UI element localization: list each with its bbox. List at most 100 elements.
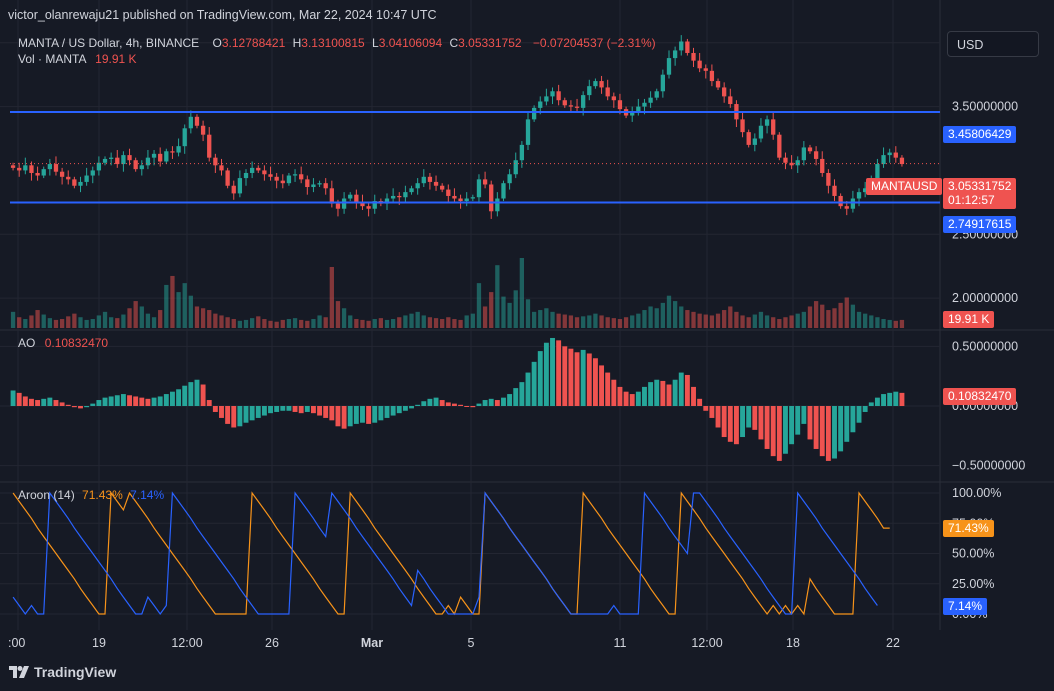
ao-bar: [292, 406, 298, 412]
ao-bar: [353, 406, 359, 424]
volume-bar: [636, 313, 641, 328]
volume-bar: [360, 319, 365, 328]
candle-body: [231, 185, 236, 194]
volume-bar: [568, 315, 574, 328]
volume-bar: [452, 319, 457, 328]
ao-bar: [59, 402, 65, 406]
volume-value: 19.91 K: [95, 52, 137, 66]
ao-bar: [838, 406, 844, 452]
candle-body: [746, 132, 751, 145]
symbol-legend[interactable]: MANTA / US Dollar, 4h, BINANCE O3.127884…: [18, 36, 660, 50]
candle-body: [728, 96, 733, 105]
candle-body: [593, 81, 598, 87]
ao-bar: [703, 406, 709, 411]
ao-bar: [22, 396, 28, 406]
candle-body: [691, 52, 696, 61]
ao-bar: [850, 406, 856, 433]
candle-body: [200, 125, 206, 135]
candle-body: [390, 195, 396, 199]
time-axis-tick-label: 12:00: [691, 636, 722, 650]
volume-bar: [507, 302, 512, 328]
ao-bar: [813, 406, 819, 449]
ao-price-tag: 0.10832470: [943, 388, 1017, 405]
currency-button[interactable]: USD: [947, 31, 1039, 57]
volume-bar: [642, 310, 647, 328]
volume-bar: [256, 316, 261, 328]
ao-bar: [660, 380, 666, 406]
ao-bar: [10, 390, 16, 406]
volume-bar: [562, 314, 567, 328]
candle-body: [452, 195, 457, 199]
ao-bar: [127, 395, 132, 406]
volume-bar: [734, 311, 739, 328]
price-axis-tick-label: 2.00000000: [952, 291, 1018, 305]
volume-bar: [78, 317, 83, 328]
ao-bar: [225, 406, 231, 424]
candle-body: [813, 151, 819, 159]
volume-bar: [72, 313, 77, 328]
candle-body: [617, 100, 623, 110]
volume-bar: [470, 313, 475, 328]
tradingview-logo-icon: [9, 666, 29, 678]
volume-bar: [863, 313, 868, 328]
aroon-legend[interactable]: Aroon (14) 71.43% 7.14%: [18, 488, 164, 502]
ao-bar: [623, 391, 629, 406]
volume-bar: [519, 258, 525, 328]
ao-bar: [654, 379, 660, 406]
volume-bar: [188, 295, 193, 328]
volume-bar: [660, 302, 666, 328]
volume-bar: [427, 317, 433, 328]
ao-bar: [482, 400, 488, 406]
ao-bar: [862, 406, 868, 412]
volume-bar: [176, 292, 181, 328]
volume-bar: [17, 317, 22, 328]
ao-bar: [249, 406, 255, 421]
ao-bar: [691, 386, 696, 406]
candle-body: [274, 176, 279, 181]
volume-bar: [887, 319, 892, 328]
candle-body: [795, 160, 800, 166]
volume-bar: [323, 317, 328, 328]
volume-bar: [574, 317, 580, 328]
ao-bar: [795, 406, 801, 435]
ao-bar: [501, 397, 506, 406]
candle-body: [225, 170, 230, 186]
volume-bar: [611, 318, 616, 328]
ao-bar: [114, 395, 120, 406]
tradingview-logo[interactable]: TradingView: [9, 664, 116, 680]
volume-label: Vol · MANTA: [18, 52, 86, 66]
candle-body: [292, 174, 298, 176]
volume-bar: [292, 318, 298, 328]
aroon-up-value: 71.43%: [82, 488, 123, 502]
candle-body: [513, 160, 518, 175]
candle-body: [158, 153, 163, 162]
ao-bar: [145, 398, 151, 406]
candle-body: [47, 164, 52, 170]
candle-body: [752, 138, 757, 145]
ao-bar: [268, 406, 273, 414]
candle-body: [66, 176, 71, 180]
ao-bar: [525, 372, 531, 406]
ao-bar: [599, 365, 605, 406]
ao-bar: [464, 406, 470, 407]
candle-body: [807, 147, 813, 152]
volume-bar: [544, 308, 549, 328]
ao-legend[interactable]: AO 0.10832470: [18, 336, 108, 350]
candle-body: [53, 164, 59, 172]
candle-body: [605, 87, 610, 97]
ao-bar: [543, 342, 549, 406]
price-axis-tick-label: 3.50000000: [952, 100, 1018, 114]
chart-canvas[interactable]: 4.000000003.500000002.500000002.00000000…: [0, 0, 1054, 691]
volume-legend[interactable]: Vol · MANTA 19.91 K: [18, 52, 137, 66]
candle-body: [109, 157, 114, 159]
countdown-value: 01:12:57: [948, 193, 995, 207]
volume-bar: [850, 304, 856, 328]
candle-body: [409, 188, 414, 193]
candle-body: [164, 151, 169, 162]
ao-bar: [648, 382, 654, 406]
high-value: 3.13100815: [301, 36, 365, 50]
volume-bar: [403, 315, 408, 328]
change-value: −0.07204537 (−2.31%): [532, 36, 656, 50]
volume-bar: [458, 319, 463, 328]
ao-bar: [396, 406, 402, 414]
